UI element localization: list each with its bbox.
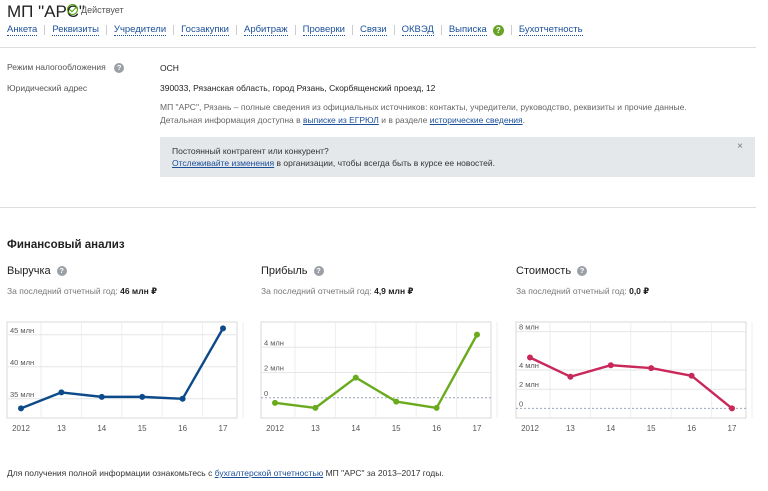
divider [0,47,756,48]
revenue-x-tick-label: 2012 [12,424,30,433]
cost-x-tick-label: 17 [728,424,737,433]
chart-subtitle-cost: За последний отчетный год: 0,0 ₽ [516,286,650,296]
profit-data-point[interactable] [433,404,440,411]
revenue-chart-svg: 45 млн 40 млн 35 млн 2012 13 14 15 16 17 [6,321,244,433]
cost-data-point[interactable] [688,372,695,379]
address-label: Юридический адрес [7,83,88,93]
nav-link-okved[interactable]: ОКВЭД [401,24,434,36]
tracking-notice: Постоянный контрагент или конкурент? Отс… [160,137,755,177]
notice-title: Постоянный контрагент или конкурент? [172,146,329,156]
egrul-link[interactable]: выписке из ЕГРЮЛ [303,115,379,125]
cost-data-point[interactable] [648,365,655,372]
help-icon[interactable]: ? [577,266,588,276]
tax-mode-label: Режим налогообложения ? [7,62,125,73]
cost-x-tick-label: 16 [687,424,696,433]
address-value: 390033, Рязанская область, город Рязань,… [160,83,436,93]
company-description: МП "АРС", Рязань – полные сведения из оф… [160,102,687,125]
cost-y-tick-label: 0 [519,399,523,408]
close-icon[interactable]: × [737,141,743,153]
revenue-data-point[interactable] [18,405,24,412]
revenue-data-point[interactable] [58,389,65,396]
accounting-report-link[interactable]: бухгалтерской отчетностью [215,468,324,478]
nav-link-buhotchetnost[interactable]: Бухотчетность [518,24,583,36]
cost-x-tick-label: 13 [566,424,575,433]
cost-data-point[interactable] [729,405,735,412]
cost-chart: 8 млн 4 млн 2 млн 0 2012 13 14 15 16 17 [515,320,756,440]
profit-data-point[interactable] [272,399,278,406]
chart-subtitle-profit: За последний отчетный год: 4,9 млн ₽ [261,286,414,296]
cost-data-point[interactable] [527,354,533,361]
revenue-x-tick-label: 17 [219,424,228,433]
nav-link-goszakupki[interactable]: Госзакупки [181,24,229,36]
help-icon[interactable]: ? [56,266,67,276]
nav-link-anketa[interactable]: Анкета [7,24,38,36]
revenue-data-point[interactable] [220,325,226,332]
track-changes-link[interactable]: Отслеживайте изменения [172,158,274,168]
footer-note: Для получения полной информации ознакомь… [7,468,444,478]
revenue-y-tick-label: 35 млн [10,390,34,399]
profit-chart: 4 млн 2 млн 0 2012 13 14 15 16 17 [260,320,501,440]
divider [0,207,756,208]
profit-x-tick-label: 15 [392,424,401,433]
revenue-y-tick-label: 40 млн [10,358,34,367]
revenue-data-point[interactable] [98,393,105,400]
section-nav: Анкета Реквизиты Учредители Госзакупки А… [7,24,583,36]
cost-y-tick-label: 4 млн [519,361,539,370]
profit-data-point[interactable] [393,398,400,405]
cost-x-tick-label: 2012 [521,424,539,433]
nav-link-vypiska[interactable]: Выписка [448,24,487,36]
revenue-chart: 45 млн 40 млн 35 млн 2012 13 14 15 16 17 [6,320,247,440]
history-link[interactable]: исторические сведения [430,115,523,125]
help-icon[interactable]: ? [492,24,504,36]
revenue-data-point[interactable] [139,393,146,400]
revenue-x-tick-label: 16 [178,424,187,433]
revenue-x-tick-label: 15 [138,424,147,433]
profit-data-point[interactable] [352,374,359,381]
nav-link-svyazi[interactable]: Связи [360,24,387,36]
profit-data-point[interactable] [312,404,319,411]
check-circle-icon [67,4,78,15]
profit-x-tick-label: 16 [432,424,441,433]
status-label: Действует [81,4,124,15]
status-badge: Действует [67,4,124,15]
profit-y-tick-label: 0 [264,389,268,398]
profit-x-tick-label: 14 [351,424,360,433]
revenue-y-tick-label: 45 млн [10,326,34,335]
profit-chart-svg: 4 млн 2 млн 0 2012 13 14 15 16 17 [260,321,498,433]
chart-title-cost: Стоимость? [516,265,588,277]
cost-y-tick-label: 8 млн [519,323,539,332]
profit-x-tick-label: 17 [473,424,482,433]
nav-link-rekvizity[interactable]: Реквизиты [52,24,99,36]
profit-data-point[interactable] [474,331,480,338]
tax-mode-value: ОСН [160,63,179,73]
revenue-data-point[interactable] [179,395,186,402]
nav-link-uchrediteli[interactable]: Учредители [113,24,167,36]
nav-link-proverki[interactable]: Проверки [302,24,345,36]
chart-title-revenue: Выручка? [7,265,67,277]
cost-data-point[interactable] [607,362,614,369]
finance-section-title: Финансовый анализ [7,239,125,251]
help-icon[interactable]: ? [313,266,324,276]
cost-chart-svg: 8 млн 4 млн 2 млн 0 2012 13 14 15 16 17 [515,321,753,433]
profit-x-tick-label: 13 [311,424,320,433]
chart-title-profit: Прибыль? [261,265,324,277]
profit-y-tick-label: 4 млн [264,338,284,347]
revenue-x-tick-label: 13 [57,424,66,433]
cost-data-point[interactable] [567,373,574,380]
profit-x-tick-label: 2012 [266,424,284,433]
cost-x-tick-label: 14 [606,424,615,433]
cost-y-tick-label: 2 млн [519,380,539,389]
help-icon[interactable]: ? [114,62,125,73]
nav-link-arbitrazh[interactable]: Арбитраж [243,24,288,36]
revenue-x-tick-label: 14 [97,424,106,433]
chart-subtitle-revenue: За последний отчетный год: 46 млн ₽ [7,286,158,296]
cost-x-tick-label: 15 [647,424,656,433]
profit-y-tick-label: 2 млн [264,364,284,373]
